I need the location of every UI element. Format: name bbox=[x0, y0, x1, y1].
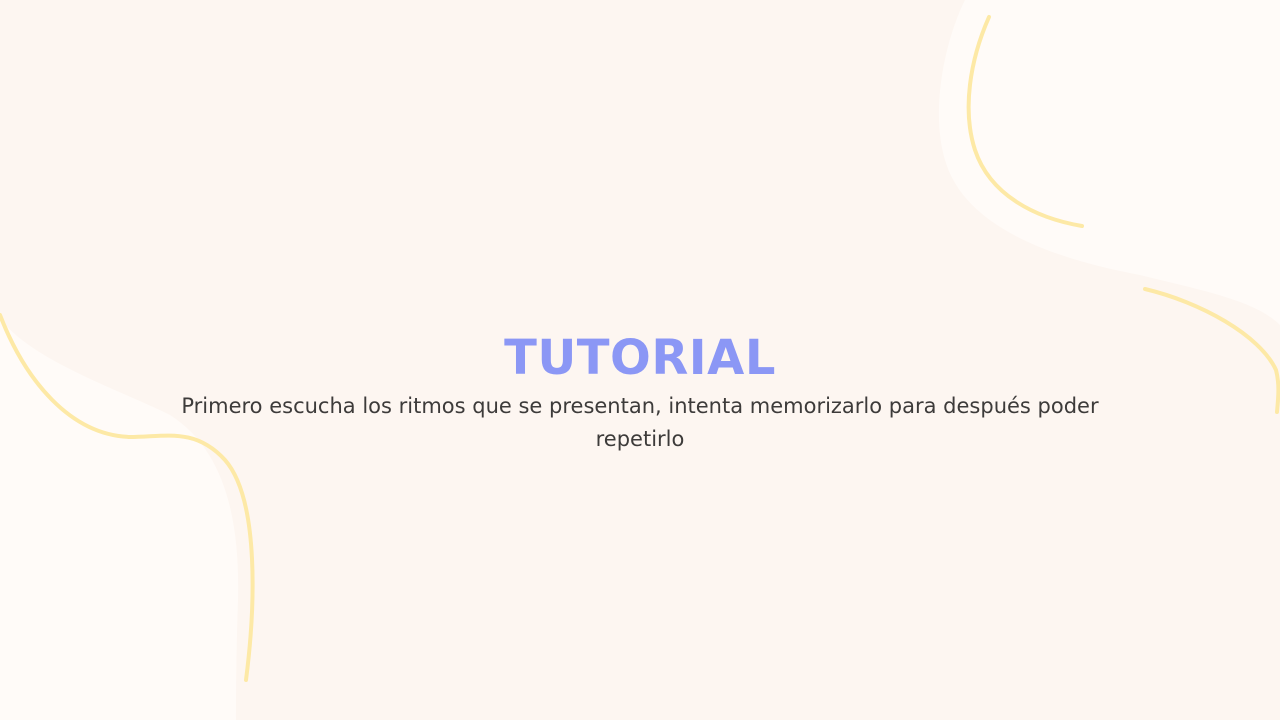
top-right-blob bbox=[938, 0, 1280, 325]
tutorial-content: TUTORIAL Primero escucha los ritmos que … bbox=[140, 326, 1140, 456]
tutorial-title: TUTORIAL bbox=[504, 330, 776, 386]
tutorial-description: Primero escucha los ritmos que se presen… bbox=[181, 394, 1099, 451]
